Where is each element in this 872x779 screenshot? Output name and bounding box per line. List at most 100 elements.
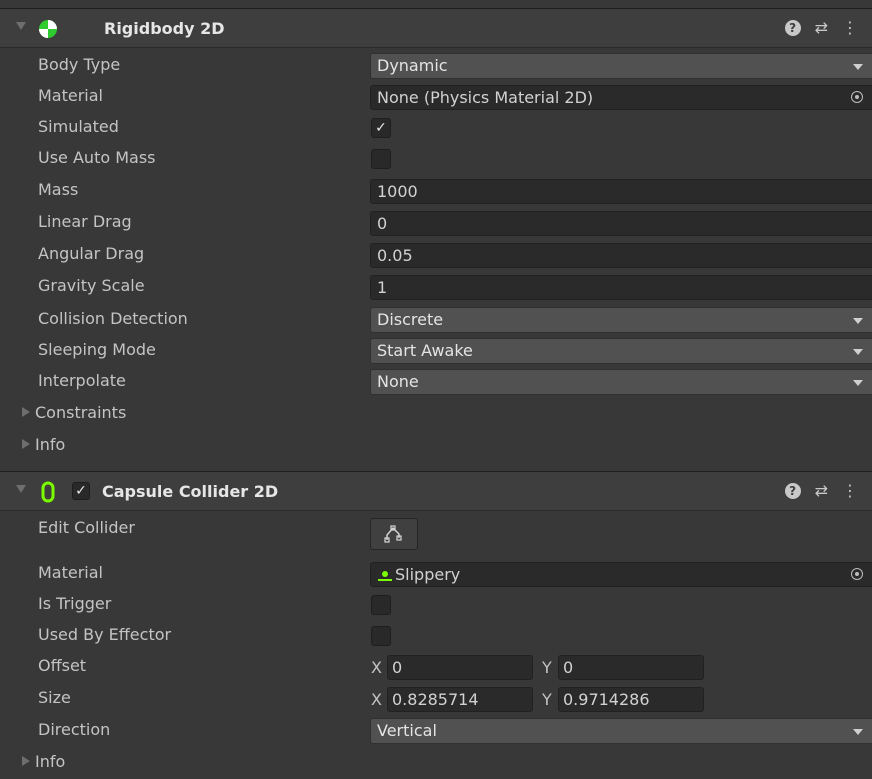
collision-detection-label: Collision Detection (38, 309, 188, 328)
help-icon[interactable]: ? (784, 483, 801, 499)
capsule-info-foldout[interactable]: Info (0, 748, 872, 779)
dropdown-arrow-icon (853, 380, 863, 386)
constraints-foldout[interactable]: Constraints (0, 399, 872, 430)
gravity-scale-row: Gravity Scale 1 (0, 272, 872, 303)
material-value: None (Physics Material 2D) (377, 88, 594, 107)
foldout-arrow-icon (22, 407, 30, 417)
x-axis-label[interactable]: X (371, 690, 382, 709)
presets-icon[interactable]: ⇄ (815, 481, 828, 501)
used-by-effector-checkbox[interactable] (371, 626, 391, 646)
offset-row: Offset X 0 Y 0 (0, 652, 872, 683)
angular-drag-row: Angular Drag 0.05 (0, 240, 872, 271)
collision-detection-value: Discrete (377, 310, 444, 329)
size-row: Size X 0.8285714 Y 0.9714286 (0, 684, 872, 715)
object-picker-icon[interactable] (851, 91, 863, 103)
used-by-effector-row: Used By Effector (0, 621, 872, 652)
foldout-arrow-icon (22, 439, 30, 449)
edit-collider-button[interactable] (370, 518, 418, 550)
direction-label: Direction (38, 720, 111, 739)
simulated-row: Simulated ✓ (0, 113, 872, 144)
interpolate-label: Interpolate (38, 371, 126, 390)
y-axis-label[interactable]: Y (542, 658, 552, 677)
dropdown-arrow-icon (853, 729, 863, 735)
foldout-arrow-icon (22, 756, 30, 766)
used-by-effector-label: Used By Effector (38, 625, 172, 644)
material-row: Material None (Physics Material 2D) (0, 82, 872, 113)
capsule-material-object-field[interactable]: Slippery (370, 562, 872, 587)
capsule-material-row: Material Slippery (0, 559, 872, 590)
x-axis-label[interactable]: X (371, 658, 382, 677)
direction-row: Direction Vertical (0, 716, 872, 747)
constraints-label: Constraints (35, 403, 127, 422)
component-title: Rigidbody 2D (104, 19, 225, 38)
collision-detection-row: Collision Detection Discrete (0, 305, 872, 336)
dropdown-arrow-icon (853, 318, 863, 324)
component-title: Capsule Collider 2D (102, 482, 279, 501)
is-trigger-label: Is Trigger (38, 594, 112, 613)
offset-x-input[interactable]: 0 (387, 655, 533, 680)
presets-icon[interactable]: ⇄ (815, 18, 828, 38)
capsule-enabled-checkbox[interactable]: ✓ (72, 482, 90, 500)
edit-collider-label: Edit Collider (38, 518, 135, 537)
interpolate-dropdown[interactable]: None (370, 369, 872, 395)
sleeping-mode-value: Start Awake (377, 341, 473, 360)
edit-collider-row: Edit Collider (0, 514, 872, 556)
interpolate-row: Interpolate None (0, 367, 872, 398)
context-menu-icon[interactable]: ⋮ (842, 18, 858, 38)
is-trigger-row: Is Trigger (0, 590, 872, 621)
use-auto-mass-label: Use Auto Mass (38, 148, 156, 167)
info-label: Info (35, 752, 66, 771)
capsule-collider-icon (41, 481, 55, 503)
sleeping-mode-dropdown[interactable]: Start Awake (370, 338, 872, 364)
rigidbody-icon (39, 20, 57, 38)
offset-y-input[interactable]: 0 (558, 655, 704, 680)
sleeping-mode-row: Sleeping Mode Start Awake (0, 336, 872, 367)
size-label: Size (38, 688, 71, 707)
collapse-arrow-icon[interactable] (16, 22, 26, 30)
direction-dropdown[interactable]: Vertical (370, 718, 872, 744)
physics-material-icon (378, 571, 392, 581)
angular-drag-label[interactable]: Angular Drag (38, 244, 144, 263)
material-value: Slippery (395, 565, 461, 584)
interpolate-value: None (377, 372, 419, 391)
is-trigger-checkbox[interactable] (371, 595, 391, 615)
mass-input[interactable]: 1000 (370, 179, 872, 204)
use-auto-mass-row: Use Auto Mass (0, 144, 872, 175)
edit-collider-icon (384, 525, 402, 543)
rigidbody2d-header[interactable]: Rigidbody 2D ? ⇄ ⋮ (0, 8, 872, 48)
material-label: Material (38, 563, 103, 582)
body-type-value: Dynamic (377, 56, 448, 75)
sleeping-mode-label: Sleeping Mode (38, 340, 156, 359)
body-type-row: Body Type Dynamic (0, 51, 872, 82)
gravity-scale-input[interactable]: 1 (370, 275, 872, 300)
collapse-arrow-icon[interactable] (16, 485, 26, 493)
offset-label: Offset (38, 656, 87, 675)
use-auto-mass-checkbox[interactable] (371, 149, 391, 169)
size-x-input[interactable]: 0.8285714 (387, 687, 533, 712)
y-axis-label[interactable]: Y (542, 690, 552, 709)
simulated-checkbox[interactable]: ✓ (371, 118, 391, 138)
body-type-dropdown[interactable]: Dynamic (370, 53, 872, 79)
linear-drag-input[interactable]: 0 (370, 211, 872, 236)
mass-row: Mass 1000 (0, 176, 872, 207)
rigidbody-info-foldout[interactable]: Info (0, 431, 872, 462)
object-picker-icon[interactable] (851, 568, 863, 580)
dropdown-arrow-icon (853, 64, 863, 70)
angular-drag-input[interactable]: 0.05 (370, 243, 872, 268)
info-label: Info (35, 435, 66, 454)
capsule-collider2d-header[interactable]: ✓ Capsule Collider 2D ? ⇄ ⋮ (0, 471, 872, 511)
material-object-field[interactable]: None (Physics Material 2D) (370, 85, 872, 110)
dropdown-arrow-icon (853, 349, 863, 355)
context-menu-icon[interactable]: ⋮ (842, 481, 858, 501)
linear-drag-row: Linear Drag 0 (0, 208, 872, 239)
mass-label[interactable]: Mass (38, 180, 78, 199)
linear-drag-label[interactable]: Linear Drag (38, 212, 132, 231)
gravity-scale-label[interactable]: Gravity Scale (38, 276, 145, 295)
size-y-input[interactable]: 0.9714286 (558, 687, 704, 712)
simulated-label: Simulated (38, 117, 119, 136)
direction-value: Vertical (377, 721, 437, 740)
body-type-label: Body Type (38, 55, 121, 74)
help-icon[interactable]: ? (784, 20, 801, 36)
material-label: Material (38, 86, 103, 105)
collision-detection-dropdown[interactable]: Discrete (370, 307, 872, 333)
